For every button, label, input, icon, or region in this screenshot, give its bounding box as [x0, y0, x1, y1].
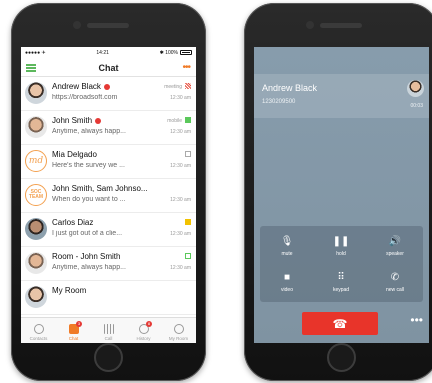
pause-icon: ❚❚ [332, 235, 350, 247]
phone-chat: ●●●●● ✈ 14:21 ✱ 100% Chat ••• Andrew Bla… [11, 3, 206, 381]
video-camera-icon: ■ [283, 271, 291, 283]
earpiece [320, 23, 362, 28]
list-item[interactable]: John Smith Anytime, always happ... mobil… [21, 111, 196, 145]
presence-note: mobile [167, 118, 182, 124]
contact-name: My Room [52, 286, 87, 295]
avatar: md [25, 150, 47, 172]
message-time: 12:30 am [170, 163, 191, 169]
call-duration: 00:03 [410, 103, 423, 109]
contacts-icon [33, 324, 44, 334]
message-preview: Anytime, always happ... [52, 264, 126, 271]
status-time: 14:21 [96, 50, 109, 56]
message-time: 12:30 am [170, 129, 191, 135]
contact-name: John Smith, Sam Johnso... [52, 184, 148, 193]
tab-history[interactable]: 8 History [126, 318, 161, 343]
avatar [25, 82, 47, 104]
list-item[interactable]: Andrew Black https://broadsoft.com meeti… [21, 77, 196, 111]
presence-note: meeting [164, 84, 182, 90]
menu-icon[interactable] [26, 64, 36, 72]
message-time: 12:30 am [170, 231, 191, 237]
tab-badge: 3 [76, 321, 82, 327]
room-icon [185, 253, 191, 259]
earpiece [87, 23, 129, 28]
battery-icon [179, 50, 192, 56]
keypad-icon [103, 324, 114, 334]
contact-name: John Smith [52, 116, 93, 125]
message-preview: When do you want to ... [52, 196, 126, 203]
caller-number: 1230209500 [262, 99, 296, 105]
tab-bar: Contacts 3 Chat Call 8 History My Room [21, 317, 196, 343]
message-time: 12:30 am [170, 197, 191, 203]
message-preview: I just got out of a clie... [52, 230, 123, 237]
end-call-button[interactable]: ☎ [302, 312, 378, 335]
room-icon [173, 324, 184, 334]
chat-header: Chat ••• [21, 59, 196, 77]
camera-icon [73, 21, 81, 29]
contact-name: Carlos Diaz [52, 218, 94, 227]
home-button[interactable] [327, 343, 356, 372]
status-bar: ●●●●● ✈ 14:21 ✱ 100% [21, 47, 196, 59]
contact-name: Andrew Black [52, 82, 101, 91]
message-preview: Anytime, always happ... [52, 128, 126, 135]
avatar [407, 80, 424, 97]
caller-name: Andrew Black [262, 83, 318, 93]
avatar [25, 252, 47, 274]
carrier-signal: ●●●●● ✈ [25, 50, 46, 56]
avatar: SOC TEAM [25, 184, 47, 206]
message-time: 12:30 am [170, 265, 191, 271]
mute-button[interactable]: 🎙 mute [260, 228, 314, 264]
list-item[interactable]: Room - John Smith Anytime, always happ..… [21, 247, 196, 281]
home-button[interactable] [94, 343, 123, 372]
more-options-icon[interactable]: ••• [182, 62, 190, 73]
unread-badge [95, 117, 102, 124]
phone-call: Andrew Black 1230209500 00:03 🎙 mute ❚❚ … [244, 3, 432, 381]
call-screen: Andrew Black 1230209500 00:03 🎙 mute ❚❚ … [254, 47, 429, 343]
speaker-button[interactable]: 🔊 speaker [368, 228, 422, 264]
contact-name: Room - John Smith [52, 252, 121, 261]
call-header: Andrew Black 1230209500 00:03 [254, 74, 429, 118]
page-title: Chat [98, 62, 119, 73]
presence-busy-icon [185, 83, 191, 89]
list-item[interactable]: My Room [21, 281, 196, 315]
keypad-icon: ⠿ [337, 271, 345, 283]
stage: ●●●●● ✈ 14:21 ✱ 100% Chat ••• Andrew Bla… [0, 0, 432, 383]
hold-button[interactable]: ❚❚ hold [314, 228, 368, 264]
conversation-list: Andrew Black https://broadsoft.com meeti… [21, 77, 196, 315]
list-item[interactable]: SOC TEAM John Smith, Sam Johnso... When … [21, 179, 196, 213]
chat-screen: ●●●●● ✈ 14:21 ✱ 100% Chat ••• Andrew Bla… [21, 47, 196, 343]
keypad-button[interactable]: ⠿ keypad [314, 264, 368, 300]
message-preview: https://broadsoft.com [52, 94, 118, 101]
tab-badge: 8 [146, 321, 152, 327]
avatar [25, 116, 47, 138]
presence-available-icon [185, 117, 191, 123]
battery-status: ✱ 100% [160, 50, 192, 56]
unread-badge [103, 83, 110, 90]
presence-away-icon [185, 219, 191, 225]
add-call-icon: ✆ [390, 271, 400, 283]
tab-chat[interactable]: 3 Chat [56, 318, 91, 343]
list-item[interactable]: Carlos Diaz I just got out of a clie... … [21, 213, 196, 247]
contact-name: Mia Delgado [52, 150, 97, 159]
presence-offline-icon [185, 151, 191, 157]
hang-up-icon: ☎ [332, 316, 348, 331]
avatar [25, 286, 47, 308]
tab-call[interactable]: Call [91, 318, 126, 343]
tab-contacts[interactable]: Contacts [21, 318, 56, 343]
video-button[interactable]: ■ video [260, 264, 314, 300]
camera-icon [306, 21, 314, 29]
tab-my-room[interactable]: My Room [161, 318, 196, 343]
list-item[interactable]: md Mia Delgado Here's the survey we ... … [21, 145, 196, 179]
avatar [25, 218, 47, 240]
microphone-icon: 🎙 [280, 235, 294, 247]
more-options-icon[interactable]: ••• [410, 313, 423, 327]
message-time: 12:30 am [170, 95, 191, 101]
message-preview: Here's the survey we ... [52, 162, 125, 169]
speaker-icon: 🔊 [388, 235, 402, 247]
call-controls: 🎙 mute ❚❚ hold 🔊 speaker ■ video ⠿ keypa… [260, 226, 423, 302]
new-call-button[interactable]: ✆ new call [368, 264, 422, 300]
